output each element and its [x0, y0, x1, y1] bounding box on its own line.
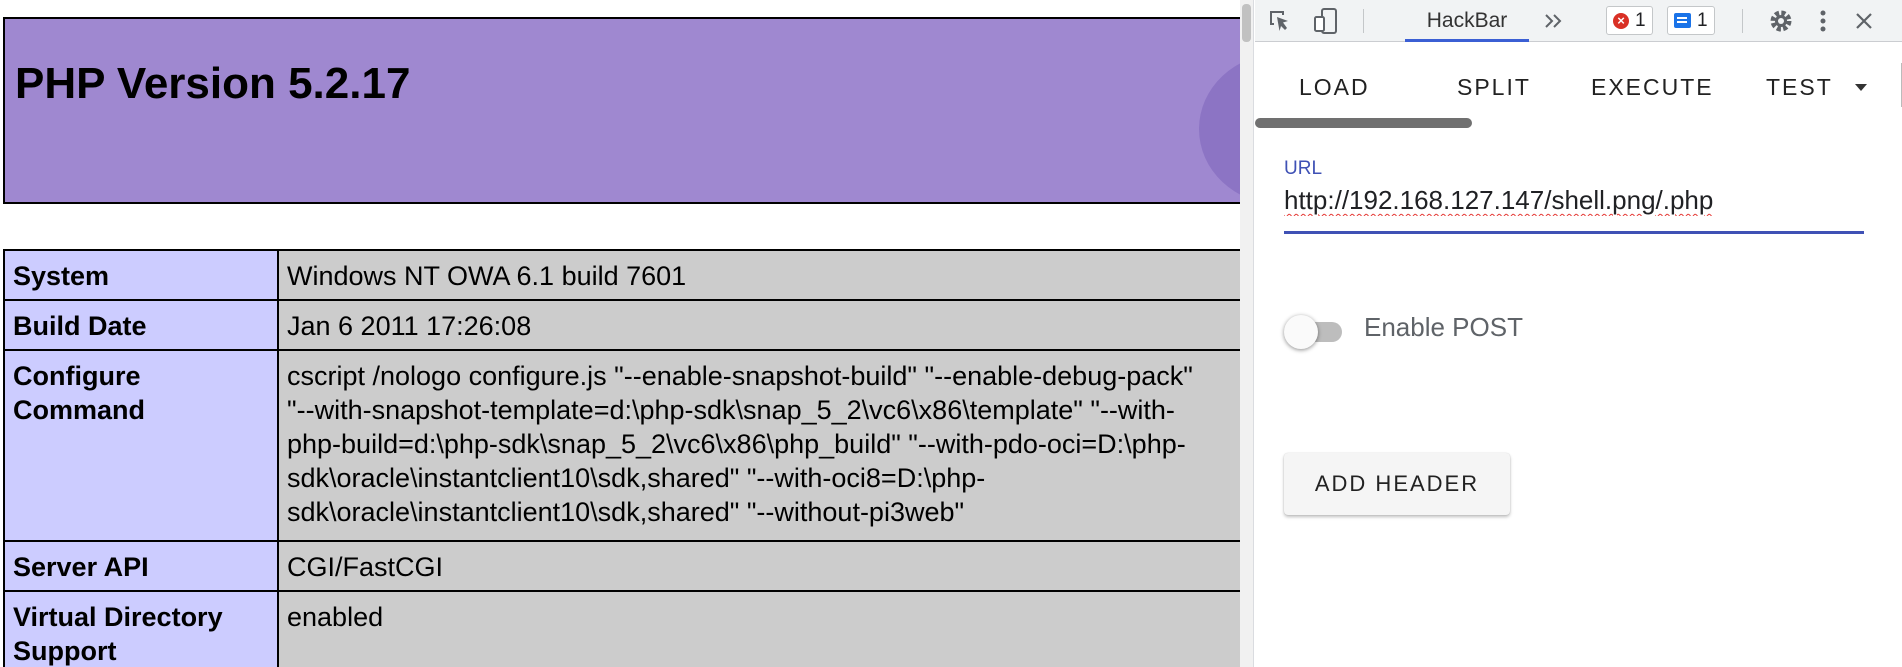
row-value: CGI/FastCGI	[277, 540, 1240, 592]
table-row: Build Date Jan 6 2011 17:26:08	[3, 299, 1240, 351]
kebab-menu-icon[interactable]	[1811, 0, 1835, 42]
error-count-badge[interactable]: × 1	[1606, 6, 1653, 35]
enable-post-toggle[interactable]	[1284, 313, 1350, 349]
table-row: Configure Command cscript /nologo config…	[3, 349, 1240, 542]
test-menu-button[interactable]: TEST	[1766, 70, 1867, 104]
error-icon: ×	[1613, 12, 1629, 29]
tab-hackbar-label: HackBar	[1426, 9, 1508, 32]
close-icon[interactable]	[1849, 0, 1879, 42]
phpinfo-page: PHP Version 5.2.17 System Windows NT OWA…	[0, 0, 1240, 667]
row-label: Server API	[3, 540, 279, 592]
row-label: Build Date	[3, 299, 279, 351]
toggle-thumb	[1284, 315, 1318, 349]
execute-button[interactable]: EXECUTE	[1591, 70, 1714, 104]
tab-hackbar[interactable]: HackBar	[1405, 0, 1529, 42]
gear-icon[interactable]	[1765, 0, 1797, 42]
error-count: 1	[1635, 9, 1646, 31]
load-button[interactable]: LOAD	[1299, 70, 1370, 104]
menu-horizontal-scrollbar[interactable]	[1255, 118, 1472, 128]
enable-post-label: Enable POST	[1364, 312, 1523, 342]
row-label: System	[3, 249, 279, 301]
inspect-element-icon[interactable]	[1261, 0, 1299, 42]
split-button[interactable]: SPLIT	[1457, 70, 1531, 104]
row-value: Windows NT OWA 6.1 build 7601	[277, 249, 1240, 301]
table-row: Server API CGI/FastCGI	[3, 540, 1240, 592]
message-icon	[1674, 13, 1691, 28]
php-version-title: PHP Version 5.2.17	[15, 59, 411, 108]
row-label: Virtual Directory Support	[3, 590, 279, 667]
toolbar-divider	[1363, 9, 1364, 33]
scrollbar-thumb[interactable]	[1242, 4, 1251, 42]
row-value: cscript /nologo configure.js "--enable-s…	[277, 349, 1240, 542]
php-logo	[1199, 54, 1240, 204]
hackbar-menu: LOAD SPLIT EXECUTE TEST	[1255, 43, 1902, 128]
more-tabs-icon[interactable]	[1539, 0, 1569, 42]
add-header-button[interactable]: ADD HEADER	[1284, 453, 1510, 515]
row-value: Jan 6 2011 17:26:08	[277, 299, 1240, 351]
table-row: System Windows NT OWA 6.1 build 7601	[3, 249, 1240, 301]
message-count: 1	[1697, 9, 1708, 31]
php-info-table: System Windows NT OWA 6.1 build 7601 Bui…	[3, 249, 1240, 667]
caret-down-icon	[1854, 83, 1867, 91]
message-count-badge[interactable]: 1	[1667, 6, 1715, 35]
test-menu-label: TEST	[1766, 73, 1833, 100]
url-label: URL	[1284, 158, 1323, 179]
device-toolbar-icon[interactable]	[1307, 0, 1345, 42]
php-header-banner: PHP Version 5.2.17	[3, 17, 1240, 204]
row-label: Configure Command	[3, 349, 279, 542]
page-scrollbar[interactable]	[1240, 0, 1254, 667]
row-value: enabled	[277, 590, 1240, 667]
url-input[interactable]	[1284, 182, 1864, 234]
table-row: Virtual Directory Support enabled	[3, 590, 1240, 667]
devtools-toolbar: HackBar × 1 1	[1255, 0, 1902, 42]
toolbar-divider	[1742, 9, 1743, 33]
